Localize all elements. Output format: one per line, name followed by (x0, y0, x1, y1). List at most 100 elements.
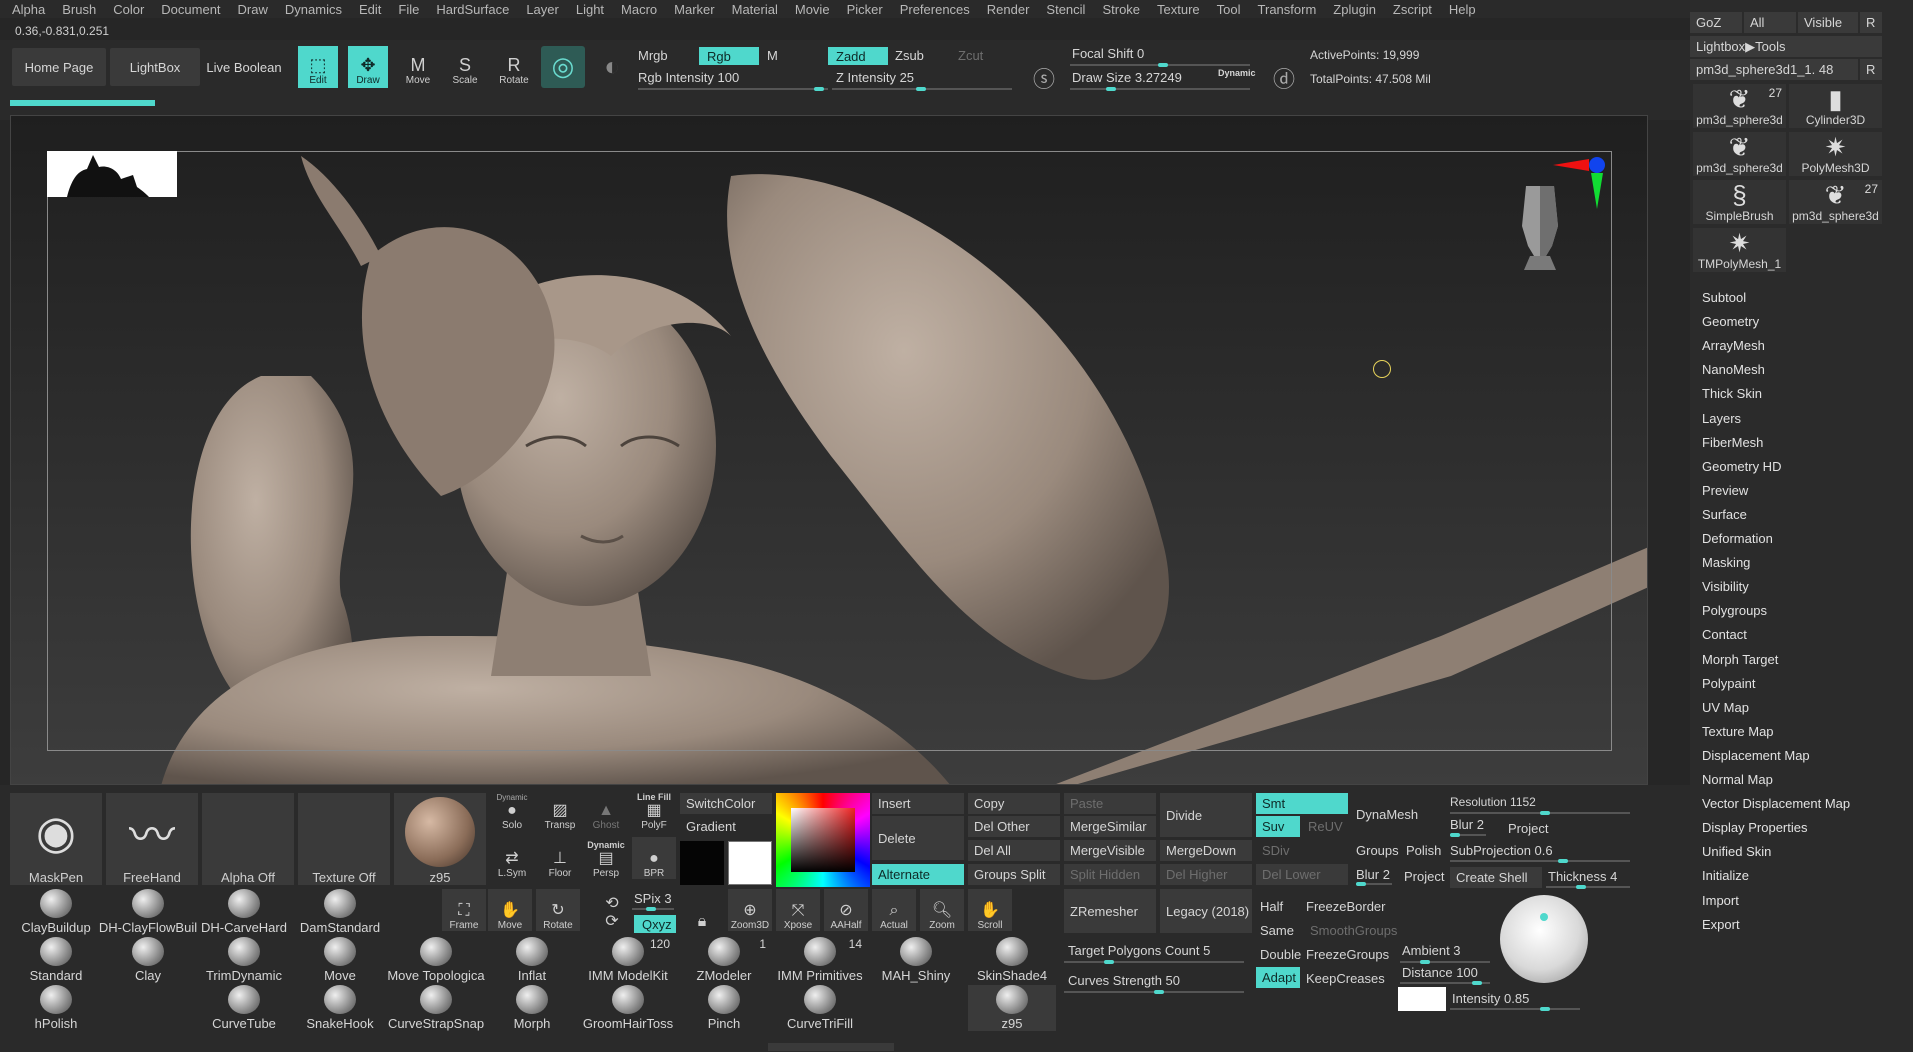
brush-zmodeler[interactable]: ZModeler 1 (680, 937, 768, 983)
subpalette-texture-map[interactable]: Texture Map (1702, 724, 1774, 739)
target-polygons-slider[interactable]: Target Polygons Count 5 (1068, 943, 1210, 958)
light-position-dot[interactable] (1540, 913, 1548, 921)
move-mode-button[interactable]: M Move (398, 46, 438, 88)
menu-item-stencil[interactable]: Stencil (1046, 2, 1085, 17)
menu-item-document[interactable]: Document (161, 2, 220, 17)
persp-button[interactable]: Dynamic ▤ Persp (584, 837, 628, 879)
rgb-toggle[interactable]: Rgb (699, 47, 759, 65)
brush-curvestrapsnap[interactable]: CurveStrapSnap (388, 985, 484, 1031)
frame-button[interactable]: ⛶ Frame (442, 889, 486, 931)
subpalette-visibility[interactable]: Visibility (1702, 579, 1749, 594)
zcut-toggle[interactable]: Zcut (958, 48, 983, 63)
zadd-toggle[interactable]: Zadd (828, 47, 888, 65)
switchcolor-button[interactable]: SwitchColor (680, 793, 772, 814)
tool-simplebrush[interactable]: § SimpleBrush (1693, 180, 1786, 224)
alternate-button[interactable]: Alternate (872, 864, 964, 885)
brush-inflat[interactable]: Inflat (488, 937, 576, 983)
z-intensity-slider[interactable]: Z Intensity 25 (836, 70, 914, 85)
polish-toggle[interactable]: Polish (1406, 843, 1441, 858)
menu-item-edit[interactable]: Edit (359, 2, 381, 17)
menu-item-transform[interactable]: Transform (1258, 2, 1317, 17)
ambient-slider[interactable]: Ambient 3 (1402, 943, 1461, 958)
menu-item-file[interactable]: File (398, 2, 419, 17)
live-boolean-button[interactable]: Live Boolean (204, 48, 284, 86)
tool-polymesh3d[interactable]: ✷ PolyMesh3D (1789, 132, 1882, 176)
brush-snakehook[interactable]: SnakeHook (296, 985, 384, 1031)
scroll-button[interactable]: ✋ Scroll (968, 889, 1012, 931)
menu-item-marker[interactable]: Marker (674, 2, 714, 17)
freeze-groups-toggle[interactable]: FreezeGroups (1306, 947, 1389, 962)
secondary-color-swatch[interactable] (680, 841, 724, 885)
smooth-groups-toggle[interactable]: SmoothGroups (1310, 923, 1397, 938)
lock-icon-button[interactable]: 🔒︎ (680, 889, 724, 931)
scale-mode-button[interactable]: S Scale (445, 46, 485, 88)
menu-item-help[interactable]: Help (1449, 2, 1476, 17)
brush-hpolish[interactable]: hPolish (12, 985, 100, 1031)
rgb-intensity-track[interactable] (638, 87, 828, 91)
maskpen-brush-button[interactable]: ◉ MaskPen (10, 793, 102, 885)
menu-item-picker[interactable]: Picker (847, 2, 883, 17)
subpalette-polypaint[interactable]: Polypaint (1702, 676, 1755, 691)
del-higher-button[interactable]: Del Higher (1160, 864, 1252, 885)
brush-z95[interactable]: z95 (968, 985, 1056, 1031)
menu-item-hardsurface[interactable]: HardSurface (436, 2, 509, 17)
rotate-view-button[interactable]: ↻ Rotate (536, 889, 580, 931)
z-intensity-track[interactable] (832, 87, 1012, 91)
brush-standard[interactable]: Standard (12, 937, 100, 983)
all-button[interactable]: All (1744, 12, 1796, 33)
blur-slider[interactable]: Blur 2 (1356, 867, 1390, 882)
dynamic-size-toggle[interactable]: Dynamic (1218, 68, 1256, 78)
aahalf-button[interactable]: ⊘ AAHalf (824, 889, 868, 931)
menu-item-layer[interactable]: Layer (526, 2, 559, 17)
delete-button[interactable]: Delete (872, 816, 964, 860)
menu-item-zscript[interactable]: Zscript (1393, 2, 1432, 17)
menu-item-dynamics[interactable]: Dynamics (285, 2, 342, 17)
subpalette-display-properties[interactable]: Display Properties (1702, 820, 1808, 835)
texture-off-button[interactable]: Texture Off (298, 793, 390, 885)
suv-toggle[interactable]: Suv (1256, 816, 1300, 837)
r-button[interactable]: R (1860, 12, 1882, 33)
subpalette-morph-target[interactable]: Morph Target (1702, 652, 1778, 667)
menu-item-tool[interactable]: Tool (1217, 2, 1241, 17)
subpalette-geometry-hd[interactable]: Geometry HD (1702, 459, 1781, 474)
canvas-viewport[interactable] (10, 115, 1648, 785)
visible-button[interactable]: Visible (1798, 12, 1858, 33)
rotate-mode-button[interactable]: R Rotate (494, 46, 534, 88)
brush-morph[interactable]: Morph (488, 985, 576, 1031)
goz-button[interactable]: GoZ (1690, 12, 1742, 33)
brush-imm-primitives[interactable]: IMM Primitives 14 (776, 937, 864, 983)
brush-curvetrifill[interactable]: CurveTriFill (776, 985, 864, 1031)
floor-button[interactable]: ⊥ Floor (538, 837, 582, 879)
del-other-button[interactable]: Del Other (968, 816, 1060, 837)
light-color-swatch[interactable] (1398, 987, 1446, 1011)
brush-curvetube[interactable]: CurveTube (200, 985, 288, 1031)
menu-item-texture[interactable]: Texture (1157, 2, 1200, 17)
spix-slider[interactable]: SPix 3 (634, 891, 672, 906)
del-all-button[interactable]: Del All (968, 840, 1060, 861)
subpalette-geometry[interactable]: Geometry (1702, 314, 1759, 329)
brush-move[interactable]: Move (296, 937, 384, 983)
move-view-button[interactable]: ✋ Move (488, 889, 532, 931)
menu-item-draw[interactable]: Draw (238, 2, 268, 17)
menu-item-brush[interactable]: Brush (62, 2, 96, 17)
merge-visible-button[interactable]: MergeVisible (1064, 840, 1156, 861)
color-picker-square[interactable] (791, 808, 855, 872)
brush-dh-carvehard[interactable]: DH-CarveHard (200, 889, 288, 935)
menu-item-preferences[interactable]: Preferences (900, 2, 970, 17)
menu-item-alpha[interactable]: Alpha (12, 2, 45, 17)
subpalette-arraymesh[interactable]: ArrayMesh (1702, 338, 1765, 353)
light-sphere[interactable] (1500, 895, 1588, 983)
undo-redo-icons[interactable]: ⟲ ⟳ (590, 889, 634, 931)
create-shell-button[interactable]: Create Shell (1450, 867, 1542, 888)
freeze-border-toggle[interactable]: FreezeBorder (1306, 899, 1385, 914)
brush-claybuildup[interactable]: ClayBuildup (12, 889, 100, 935)
current-tool-slider[interactable]: pm3d_sphere3d1_1. 48 (1690, 59, 1858, 80)
solo-button[interactable]: Dynamic ● Solo (490, 789, 534, 831)
subpalette-fibermesh[interactable]: FiberMesh (1702, 435, 1763, 450)
material-sphere-button[interactable]: ◐ (592, 46, 632, 88)
subpalette-initialize[interactable]: Initialize (1702, 868, 1749, 883)
subpalette-subtool[interactable]: Subtool (1702, 290, 1746, 305)
project-toggle[interactable]: Project (1404, 869, 1444, 884)
zoom3d-button[interactable]: ⊕ Zoom3D (728, 889, 772, 931)
subpalette-import[interactable]: Import (1702, 893, 1739, 908)
